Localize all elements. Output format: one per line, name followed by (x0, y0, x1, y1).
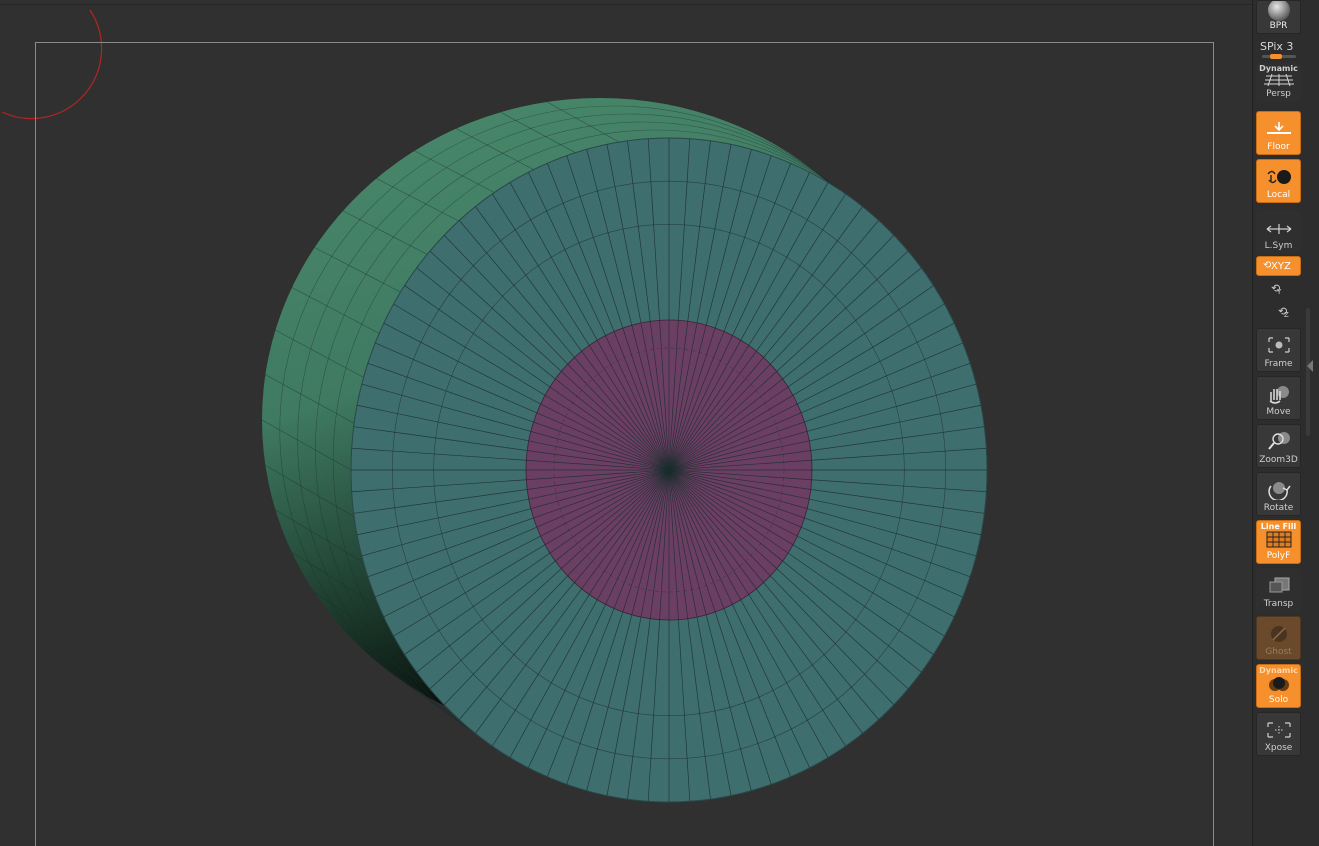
floor-label: Floor (1267, 142, 1290, 152)
rotate-icon (1267, 482, 1291, 500)
move-button[interactable]: Move (1256, 376, 1301, 420)
rotate-button[interactable]: Rotate (1256, 472, 1301, 516)
transp-label: Transp (1263, 599, 1294, 609)
sphere-icon (1267, 1, 1290, 21)
perspective-grid-icon (1263, 73, 1294, 87)
polyf-label: PolyF (1266, 551, 1291, 561)
local-symmetry-icon (1266, 224, 1291, 234)
frame-button[interactable]: Frame (1256, 328, 1301, 372)
transp-button[interactable]: Transp (1256, 568, 1301, 612)
rotate-y-label: Y (1277, 288, 1282, 296)
local-button[interactable]: Local (1256, 159, 1301, 203)
transparency-icon (1269, 577, 1289, 593)
cylinder-mesh[interactable] (0, 0, 1252, 846)
xpose-button[interactable]: Xpose (1256, 712, 1301, 756)
solo-label: Solo (1268, 695, 1289, 705)
local-pivot-icon (1266, 170, 1291, 184)
xyz-button[interactable]: ⟲ XYZ (1256, 256, 1301, 276)
xyz-label: XYZ (1271, 261, 1291, 272)
xpose-label: Xpose (1264, 743, 1293, 753)
floor-icon (1266, 122, 1291, 134)
rotate-z-button[interactable]: ⟲ Z (1278, 305, 1289, 319)
lsym-label: L.Sym (1264, 241, 1293, 251)
bpr-label: BPR (1269, 21, 1288, 31)
local-label: Local (1266, 190, 1291, 200)
persp-button[interactable]: Dynamic Persp (1256, 62, 1301, 102)
hand-move-icon (1269, 386, 1289, 404)
rotate-label: Rotate (1263, 503, 1294, 513)
zoom3d-button[interactable]: Zoom3D (1256, 424, 1301, 468)
spix-label: SPix 3 (1260, 40, 1294, 53)
persp-label: Persp (1266, 89, 1291, 99)
spix-slider-knob[interactable] (1270, 54, 1282, 59)
floor-button[interactable]: Floor (1256, 111, 1301, 155)
zoom-icon (1267, 432, 1290, 450)
solo-button[interactable]: Dynamic Solo (1256, 664, 1301, 708)
solo-icon (1268, 677, 1289, 691)
canvas-viewport[interactable] (0, 0, 1252, 846)
rotate-z-label: Z (1284, 311, 1289, 319)
lsym-button[interactable]: L.Sym (1256, 210, 1301, 254)
zoom3d-label: Zoom3D (1259, 455, 1298, 465)
frame-icon (1267, 337, 1290, 353)
shelf-collapse-arrow[interactable] (1307, 360, 1313, 372)
bpr-button[interactable]: BPR (1256, 0, 1301, 34)
ghost-button[interactable]: Ghost (1256, 616, 1301, 660)
polyf-button[interactable]: Line Fill PolyF (1256, 520, 1301, 564)
polyf-linefill-label: Line Fill (1260, 522, 1297, 531)
ghost-icon (1270, 626, 1287, 642)
rotate-y-button[interactable]: ⟲ Y (1271, 282, 1282, 296)
solo-dynamic-label: Dynamic (1259, 666, 1298, 675)
frame-label: Frame (1264, 359, 1293, 369)
xpose-icon (1266, 722, 1291, 738)
shelf-scrollbar[interactable] (1306, 308, 1310, 436)
move-label: Move (1266, 407, 1291, 417)
polyframe-grid-icon (1266, 531, 1291, 548)
ghost-label: Ghost (1265, 647, 1292, 657)
